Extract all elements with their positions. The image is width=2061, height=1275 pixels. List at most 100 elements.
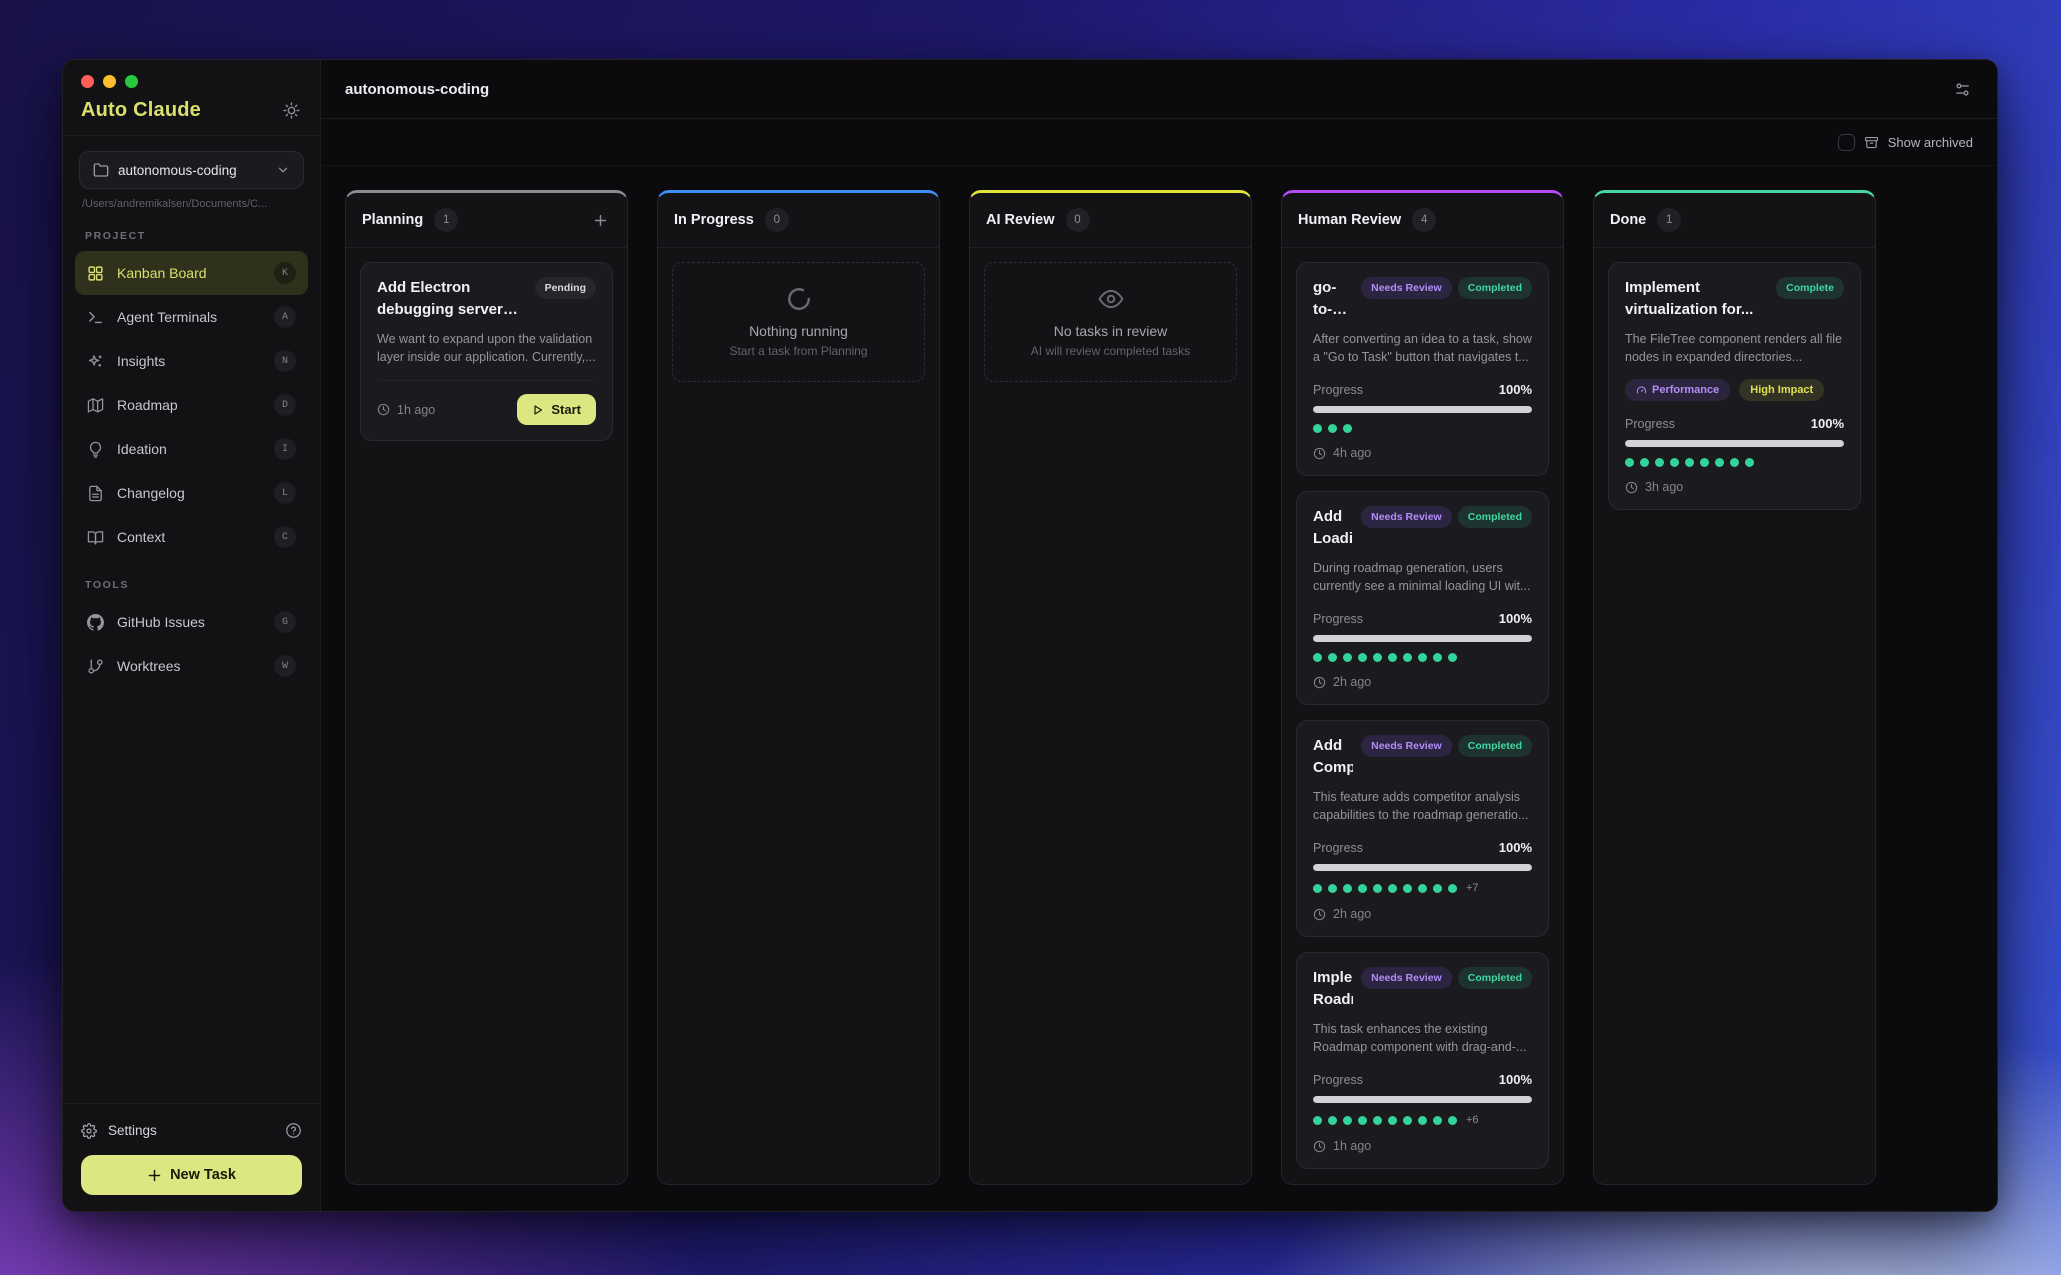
progress-bar [1313, 864, 1532, 871]
task-card[interactable]: Add Loadin... Needs Review Completed Dur… [1296, 491, 1549, 705]
subtask-dot [1418, 653, 1427, 662]
subtask-dot [1343, 424, 1352, 433]
sidebar-item-agent-terminals[interactable]: Agent Terminals A [75, 295, 308, 339]
task-card[interactable]: Add Comp... Needs Review Completed This … [1296, 720, 1549, 937]
subtask-dots: +7 [1313, 882, 1532, 894]
minimize-window-button[interactable] [103, 75, 116, 88]
subtask-dot [1328, 653, 1337, 662]
subtask-dots [1625, 458, 1844, 467]
sidebar: Auto Claude autonomous-coding /Users/and… [63, 60, 321, 1211]
task-card[interactable]: go-to-task-... Needs Review Completed Af… [1296, 262, 1549, 476]
progress-label: Progress [1313, 1073, 1363, 1087]
settings-button[interactable] [81, 1123, 97, 1139]
sidebar-item-github-issues[interactable]: GitHub Issues G [75, 600, 308, 644]
subtask-dot [1358, 653, 1367, 662]
task-description: We want to expand upon the validation la… [377, 330, 596, 368]
new-task-button[interactable]: New Task [81, 1155, 302, 1195]
progress-label: Progress [1313, 612, 1363, 626]
column-count-badge: 1 [1657, 208, 1681, 232]
spinner-icon [786, 286, 812, 312]
shortcut-badge: K [274, 262, 296, 284]
column-title: AI Review [986, 212, 1055, 228]
subtask-dot [1328, 884, 1337, 893]
subtask-dot [1655, 458, 1664, 467]
sidebar-item-label: Kanban Board [117, 265, 207, 281]
board-settings-button[interactable] [1952, 79, 1973, 100]
clock-icon [1313, 447, 1326, 460]
sidebar-item-changelog[interactable]: Changelog L [75, 471, 308, 515]
sidebar-item-roadmap[interactable]: Roadmap D [75, 383, 308, 427]
subtask-dot [1388, 653, 1397, 662]
column-human-review: Human Review 4 go-to-task-... Needs Revi… [1281, 190, 1564, 1185]
zoom-window-button[interactable] [125, 75, 138, 88]
subtask-dot [1625, 458, 1634, 467]
task-title: Add Loadin... [1313, 506, 1353, 550]
show-archived-checkbox[interactable] [1838, 134, 1855, 151]
task-title: Add Comp... [1313, 735, 1353, 779]
needs-review-badge: Needs Review [1361, 506, 1452, 528]
column-title: In Progress [674, 212, 754, 228]
needs-review-badge: Needs Review [1361, 277, 1452, 299]
sidebar-item-context[interactable]: Context C [75, 515, 308, 559]
progress-bar [1313, 406, 1532, 413]
empty-title: Nothing running [749, 323, 848, 339]
page-title: autonomous-coding [345, 81, 489, 98]
subtask-dot [1373, 884, 1382, 893]
project-nav-section: PROJECT Kanban Board K Agent Terminals A… [63, 210, 320, 559]
theme-toggle-button[interactable] [281, 100, 302, 121]
start-button-label: Start [551, 402, 581, 417]
progress-value: 100% [1499, 611, 1532, 626]
clock-icon [1313, 908, 1326, 921]
sidebar-item-insights[interactable]: Insights N [75, 339, 308, 383]
task-card[interactable]: Implement Roadm... Needs Review Complete… [1296, 952, 1549, 1169]
close-window-button[interactable] [81, 75, 94, 88]
column-ai-review: AI Review 0 No tasks in review AI will r… [969, 190, 1252, 1185]
gauge-icon [1636, 385, 1647, 396]
topbar: autonomous-coding [321, 60, 1997, 119]
complete-badge: Complete [1776, 277, 1844, 299]
sidebar-footer: Settings New Task [63, 1103, 320, 1211]
progress-bar [1625, 440, 1844, 447]
needs-review-badge: Needs Review [1361, 967, 1452, 989]
sidebar-item-kanban-board[interactable]: Kanban Board K [75, 251, 308, 295]
empty-subtitle: Start a task from Planning [729, 344, 867, 358]
progress-label: Progress [1625, 417, 1675, 431]
sidebar-item-worktrees[interactable]: Worktrees W [75, 644, 308, 688]
sidebar-item-ideation[interactable]: Ideation I [75, 427, 308, 471]
task-timestamp: 1h ago [397, 403, 435, 417]
subtask-dot [1313, 424, 1322, 433]
column-title: Done [1610, 212, 1646, 228]
completed-badge: Completed [1458, 277, 1532, 299]
sidebar-header: Auto Claude [63, 60, 320, 136]
kanban-board: Planning 1 Add Electron debugging server… [321, 166, 1997, 1211]
layout-grid-icon [87, 265, 104, 282]
subtask-dot [1418, 1116, 1427, 1125]
subtask-dot [1388, 1116, 1397, 1125]
plus-icon [147, 1168, 162, 1183]
subtask-dot [1313, 653, 1322, 662]
subtask-dot [1388, 884, 1397, 893]
subtask-dot [1313, 1116, 1322, 1125]
archive-icon [1864, 135, 1879, 150]
lightbulb-icon [87, 441, 104, 458]
task-card[interactable]: Add Electron debugging server wit... Pen… [360, 262, 613, 441]
column-count-badge: 0 [765, 208, 789, 232]
column-done: Done 1 Implement virtualization for... C… [1593, 190, 1876, 1185]
help-circle-icon [285, 1122, 302, 1139]
subtask-dot [1343, 1116, 1352, 1125]
add-task-button[interactable] [590, 210, 611, 231]
help-button[interactable] [285, 1122, 302, 1139]
dots-overflow-count: +7 [1466, 882, 1479, 894]
project-selector[interactable]: autonomous-coding [79, 151, 304, 189]
subtask-dot [1328, 424, 1337, 433]
subtask-dot [1640, 458, 1649, 467]
task-card[interactable]: Implement virtualization for... Complete… [1608, 262, 1861, 510]
progress-label: Progress [1313, 383, 1363, 397]
shortcut-badge: C [274, 526, 296, 548]
github-icon [87, 614, 104, 631]
sun-icon [283, 102, 300, 119]
subtask-dot [1715, 458, 1724, 467]
start-task-button[interactable]: Start [517, 394, 596, 425]
progress-label: Progress [1313, 841, 1363, 855]
subtask-dot [1448, 653, 1457, 662]
